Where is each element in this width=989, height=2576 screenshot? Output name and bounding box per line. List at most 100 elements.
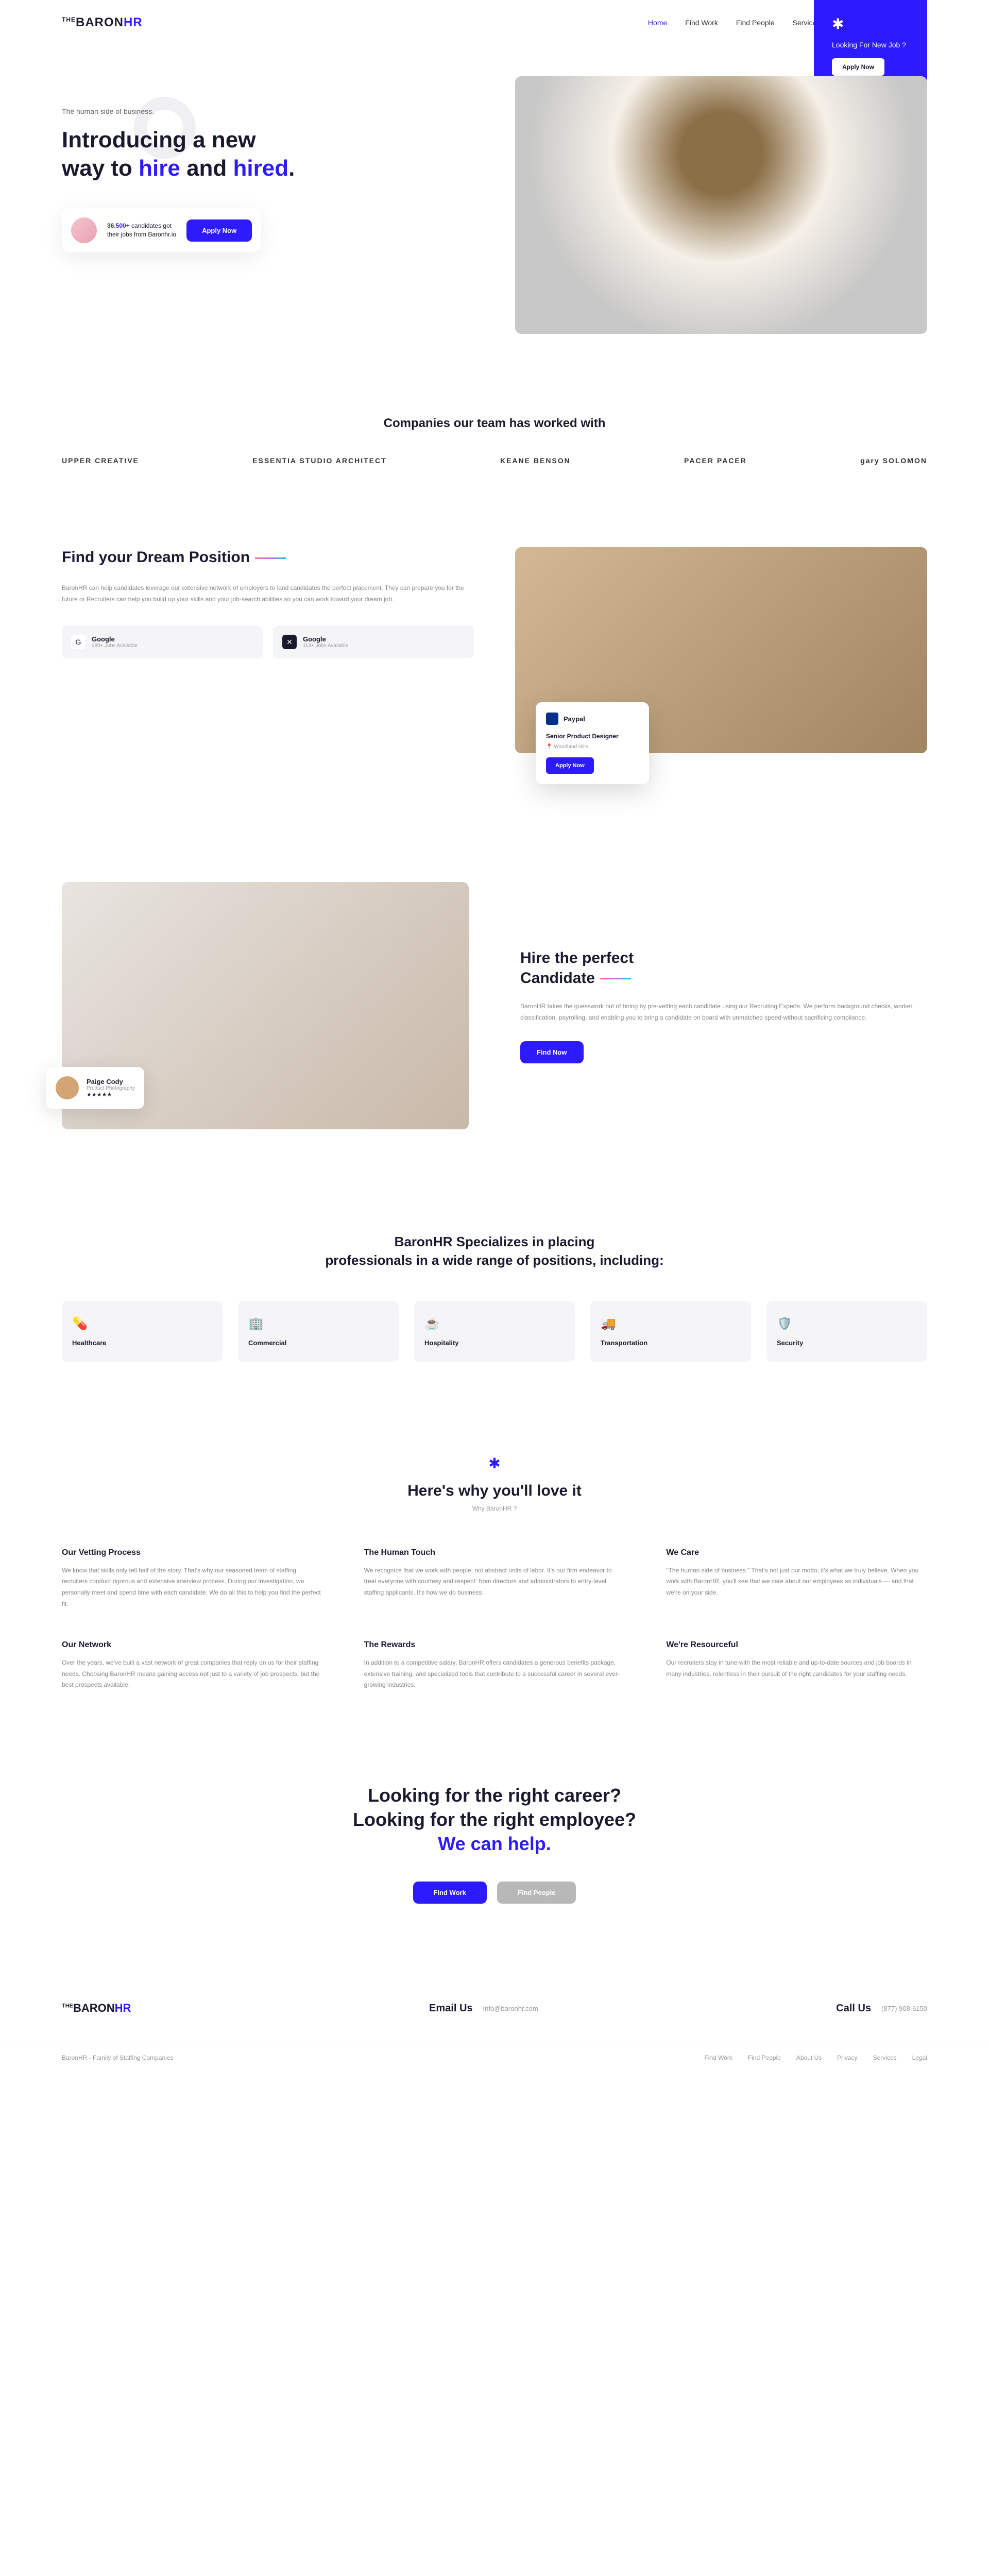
footer-link[interactable]: Services	[873, 2054, 897, 2061]
call-label: Call Us	[836, 2003, 871, 2014]
company-logo: gary SOLOMON	[860, 456, 927, 465]
transportation-icon: 🚚	[601, 1316, 741, 1331]
why-item-text: "The human side of business." That's not…	[666, 1565, 927, 1599]
specialty-label: Commercial	[248, 1339, 388, 1347]
why-item: We Care "The human side of business." Th…	[666, 1548, 927, 1609]
hero-image	[515, 76, 927, 334]
specialty-label: Healthcare	[72, 1339, 212, 1347]
why-item-title: The Rewards	[364, 1640, 625, 1650]
hire-description: BaronHR takes the guesswork out of hirin…	[520, 1001, 927, 1023]
google-icon: G	[71, 635, 86, 649]
logo-hr: HR	[124, 15, 143, 29]
hero-apply-button[interactable]: Apply Now	[186, 219, 252, 242]
hero-tagline: The human side of business.	[62, 107, 474, 115]
email-value[interactable]: Info@baronhr.com	[483, 2005, 538, 2012]
footer-link[interactable]: Legal	[912, 2054, 927, 2061]
company-logo: PACER PACER	[684, 456, 747, 465]
why-item: We're Resourceful Our recruiters stay in…	[666, 1640, 927, 1691]
paypal-icon	[546, 713, 558, 725]
jobs-count: 113+ Jobs Available	[303, 643, 348, 649]
star-icon: ✱	[832, 15, 909, 32]
job-card[interactable]: ✕ Google 113+ Jobs Available	[273, 625, 474, 658]
company-name: Paypal	[564, 715, 585, 723]
why-title: Here's why you'll love it	[62, 1482, 927, 1500]
why-item-text: Our recruiters stay in tune with the mos…	[666, 1657, 927, 1680]
security-icon: 🛡️	[777, 1316, 917, 1331]
phone-value[interactable]: (877) 908-6150	[881, 2005, 927, 2012]
company-logo: ESSENTIA STUDIO ARCHITECT	[252, 456, 387, 465]
why-subtitle: Why BaronHR ?	[62, 1505, 927, 1512]
star-icon: ✱	[62, 1455, 927, 1472]
specialty-card[interactable]: ☕ Hospitality	[414, 1301, 575, 1362]
healthcare-icon: 💊	[72, 1316, 212, 1331]
find-people-button[interactable]: Find People	[497, 1882, 576, 1904]
company-icon: ✕	[282, 635, 297, 649]
why-item-text: We know that skills only tell half of th…	[62, 1565, 323, 1609]
hero-title: Introducing a new way to hire and hired.	[62, 126, 474, 182]
hire-title: Hire the perfect Candidate	[520, 948, 927, 988]
stats-text: 36.500+ candidates got their jobs from B…	[107, 222, 176, 239]
specialty-card[interactable]: 🚚 Transportation	[590, 1301, 751, 1362]
underline-decoration	[255, 557, 286, 559]
job-popup-card: Paypal Senior Product Designer 📍 Woodlan…	[536, 702, 649, 784]
job-location: 📍 Woodland Hills	[546, 744, 639, 750]
specializes-title: BaronHR Specializes in placing professio…	[62, 1232, 927, 1270]
footer-link[interactable]: Find Work	[704, 2054, 732, 2061]
job-card[interactable]: G Google 180+ Jobs Available	[62, 625, 263, 658]
logo[interactable]: THEBARONHR	[62, 15, 143, 30]
dream-title: Find your Dream Position	[62, 547, 474, 567]
cta-title: Looking for the right career? Looking fo…	[62, 1784, 927, 1856]
why-item-title: The Human Touch	[364, 1548, 625, 1557]
company-logo: UPPER CREATIVE	[62, 456, 139, 465]
find-now-button[interactable]: Find Now	[520, 1041, 584, 1063]
find-work-button[interactable]: Find Work	[413, 1882, 487, 1904]
why-item: The Rewards In addition to a competitive…	[364, 1640, 625, 1691]
why-item: Our Vetting Process We know that skills …	[62, 1548, 323, 1609]
job-role: Senior Product Designer	[546, 733, 639, 740]
dream-description: BaronHR can help candidates leverage our…	[62, 583, 474, 605]
footer-link[interactable]: About Us	[796, 2054, 822, 2061]
specialty-card[interactable]: 💊 Healthcare	[62, 1301, 223, 1362]
why-item-title: Our Network	[62, 1640, 323, 1650]
nav-find-work[interactable]: Find Work	[685, 19, 718, 27]
hero-stats-card: 36.500+ candidates got their jobs from B…	[62, 208, 261, 252]
specialty-label: Transportation	[601, 1339, 741, 1347]
nav-find-people[interactable]: Find People	[736, 19, 775, 27]
why-item: Our Network Over the years, we've built …	[62, 1640, 323, 1691]
specialty-label: Security	[777, 1339, 917, 1347]
hospitality-icon: ☕	[424, 1316, 565, 1331]
why-item-text: Over the years, we've built a vast netwo…	[62, 1657, 323, 1691]
footer-link[interactable]: Privacy	[837, 2054, 857, 2061]
company-name: Google	[303, 635, 348, 643]
email-label: Email Us	[429, 2003, 472, 2014]
logo-baron: BARON	[76, 15, 124, 29]
footer-links: Find Work Find People About Us Privacy S…	[704, 2054, 927, 2061]
why-item-title: We're Resourceful	[666, 1640, 927, 1650]
company-name: Google	[92, 635, 138, 643]
footer-link[interactable]: Find People	[748, 2054, 781, 2061]
candidate-badge: Paige Cody Product Photography ★★★★★	[46, 1067, 144, 1109]
why-item-text: We recognize that we work with people, n…	[364, 1565, 625, 1599]
nav-home[interactable]: Home	[648, 19, 667, 27]
footer-logo[interactable]: THEBARONHR	[62, 2002, 131, 2015]
specialty-card[interactable]: 🛡️ Security	[766, 1301, 927, 1362]
candidate-role: Product Photography	[87, 1086, 135, 1091]
specialty-label: Hospitality	[424, 1339, 565, 1347]
logo-the: THE	[62, 16, 76, 23]
rating-stars: ★★★★★	[87, 1091, 135, 1098]
specialty-card[interactable]: 🏢 Commercial	[238, 1301, 399, 1362]
why-item-title: Our Vetting Process	[62, 1548, 323, 1557]
why-item-title: We Care	[666, 1548, 927, 1557]
why-item-text: In addition to a competitive salary, Bar…	[364, 1657, 625, 1691]
commercial-icon: 🏢	[248, 1316, 388, 1331]
copyright-text: BaronHR - Family of Staffing Companies	[62, 2054, 174, 2061]
apply-now-button[interactable]: Apply Now	[546, 757, 594, 774]
avatar-icon	[71, 217, 97, 243]
companies-title: Companies our team has worked with	[62, 416, 927, 431]
company-logos: UPPER CREATIVE ESSENTIA STUDIO ARCHITECT…	[62, 456, 927, 465]
jobs-count: 180+ Jobs Available	[92, 643, 138, 649]
avatar-icon	[56, 1076, 79, 1099]
company-logo: KEANE BENSON	[500, 456, 571, 465]
why-item: The Human Touch We recognize that we wor…	[364, 1548, 625, 1609]
candidate-name: Paige Cody	[87, 1078, 135, 1086]
